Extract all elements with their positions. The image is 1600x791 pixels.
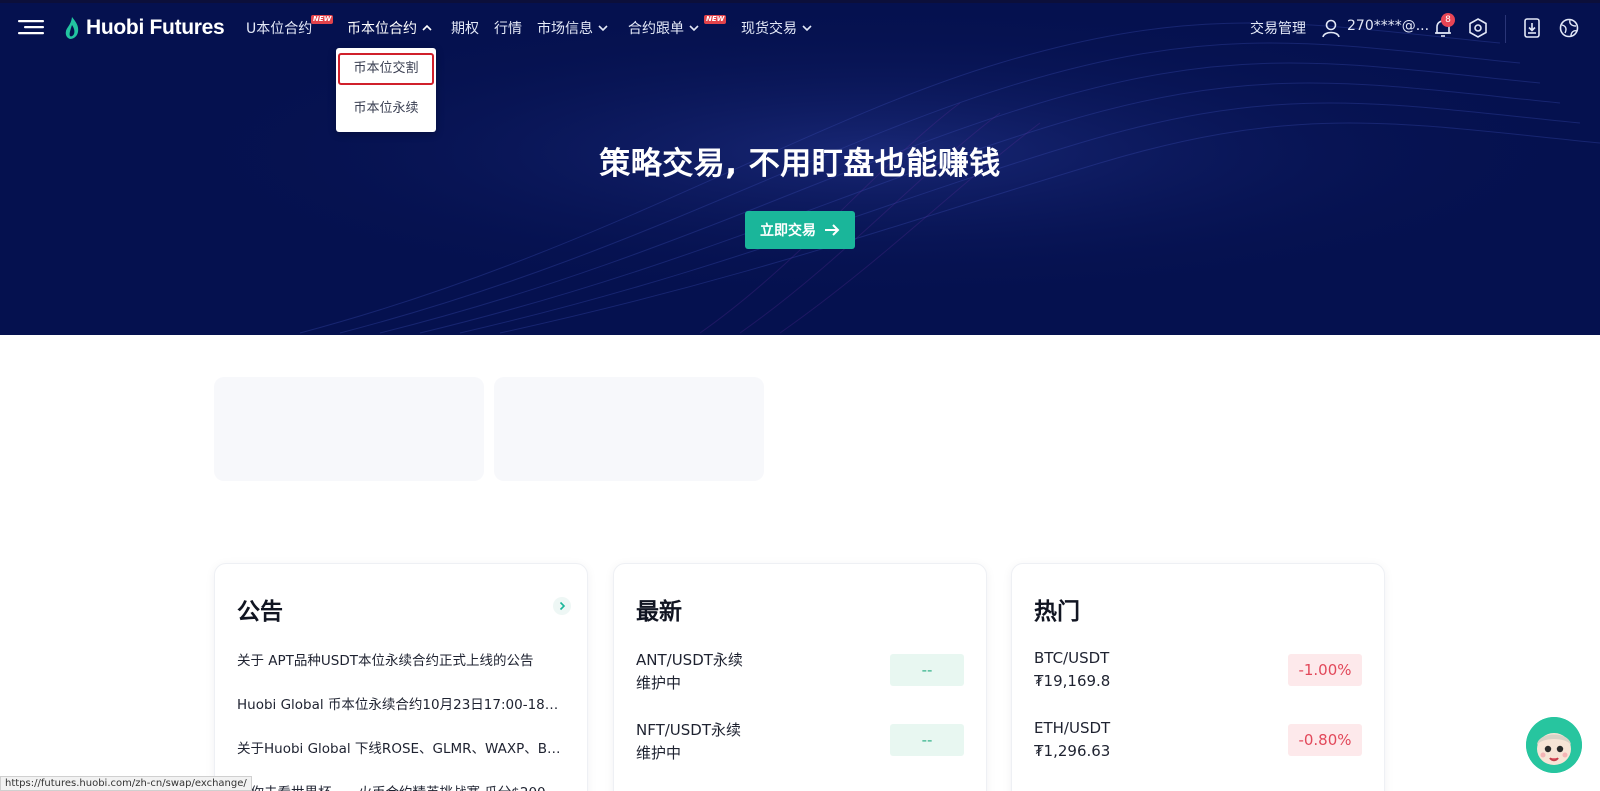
trade-now-label: 立即交易 bbox=[760, 223, 816, 239]
nav-usdt-futures[interactable]: U本位合约 NEW bbox=[246, 15, 334, 38]
chevron-down-icon bbox=[802, 25, 812, 32]
huobi-futures-logo[interactable]: Huobi Futures bbox=[64, 13, 225, 43]
trade-management-link[interactable]: 交易管理 bbox=[1250, 18, 1306, 38]
nav-label: 合约跟单 bbox=[628, 21, 684, 37]
new-badge: NEW bbox=[704, 15, 727, 24]
notification-count-badge: 8 bbox=[1441, 13, 1455, 27]
nav-label: 现货交易 bbox=[741, 21, 797, 37]
nav-label: U本位合约 bbox=[246, 21, 313, 37]
symbol-price: ₮19,169.8 bbox=[1034, 672, 1111, 690]
dropdown-item-coin-delivery[interactable]: 币本位交割 bbox=[338, 53, 434, 85]
nav-label: 行情 bbox=[494, 21, 522, 37]
change-pill: -0.80% bbox=[1288, 724, 1362, 756]
announcement-item[interactable]: 送你去看世界杯——火币合约精英挑战赛 瓜分$200,00... bbox=[237, 781, 562, 791]
mascot-avatar-icon bbox=[1526, 717, 1582, 773]
symbol-price: ₮1,296.63 bbox=[1034, 742, 1111, 760]
globe-icon[interactable] bbox=[1558, 17, 1580, 39]
announcement-item[interactable]: Huobi Global 币本位永续合约10月23日17:00-18:30... bbox=[237, 693, 562, 713]
change-pill: -- bbox=[890, 654, 964, 686]
change-pill: -1.00% bbox=[1288, 654, 1362, 686]
top-navigation: Huobi Futures U本位合约 NEW 币本位合约 期权 行情 市场信息… bbox=[0, 3, 1600, 53]
symbol-name: ANT/USDT永续 bbox=[636, 651, 743, 669]
page: Huobi Futures U本位合约 NEW 币本位合约 期权 行情 市场信息… bbox=[0, 0, 1600, 791]
nav-copy-trading[interactable]: 合约跟单 NEW bbox=[628, 15, 727, 38]
trade-now-button[interactable]: 立即交易 bbox=[745, 211, 855, 249]
card-title: 公告 bbox=[237, 599, 283, 625]
hot-card: 热门 BTC/USDT ₮19,169.8 -1.00% ETH/USDT ₮1… bbox=[1011, 563, 1385, 791]
menu-icon[interactable] bbox=[18, 17, 44, 37]
settings-hex-icon[interactable] bbox=[1467, 17, 1489, 39]
coin-futures-dropdown: 币本位交割 币本位永续 bbox=[336, 48, 436, 132]
chevron-down-icon bbox=[689, 25, 699, 32]
card-title: 热门 bbox=[1034, 599, 1080, 625]
user-icon[interactable] bbox=[1320, 17, 1342, 39]
dropdown-item-coin-perpetual[interactable]: 币本位永续 bbox=[336, 92, 436, 126]
chevron-up-icon bbox=[422, 24, 432, 31]
more-announcements-button[interactable] bbox=[553, 597, 571, 615]
new-badge: NEW bbox=[311, 15, 334, 24]
nav-label: 期权 bbox=[451, 21, 479, 37]
chevron-down-icon bbox=[598, 25, 608, 32]
symbol-name: BTC/USDT bbox=[1034, 649, 1110, 667]
symbol-status: 维护中 bbox=[636, 744, 682, 762]
symbol-name: ETH/USDT bbox=[1034, 719, 1111, 737]
arrow-right-icon bbox=[825, 224, 840, 236]
chevron-right-icon bbox=[559, 601, 566, 611]
nav-label: 市场信息 bbox=[537, 21, 593, 37]
download-icon[interactable] bbox=[1521, 17, 1543, 39]
announcement-item[interactable]: 关于Huobi Global 下线ROSE、GLMR、WAXP、BAL... bbox=[237, 737, 562, 757]
nav-spot-trading[interactable]: 现货交易 bbox=[741, 18, 813, 38]
browser-status-url: https://futures.huobi.com/zh-cn/swap/exc… bbox=[0, 776, 252, 791]
latest-card: 最新 ANT/USDT永续 维护中 -- NFT/USDT永续 维护中 -- bbox=[613, 563, 987, 791]
placeholder-card-2 bbox=[494, 377, 764, 481]
nav-options[interactable]: 期权 bbox=[451, 18, 479, 38]
logo-text: Huobi Futures bbox=[86, 16, 225, 39]
nav-label: 币本位合约 bbox=[347, 21, 417, 37]
nav-markets[interactable]: 行情 bbox=[494, 18, 522, 38]
placeholder-card-1 bbox=[214, 377, 484, 481]
announcement-card: 公告 关于 APT品种USDT本位永续合约正式上线的公告 Huobi Globa… bbox=[214, 563, 588, 791]
support-mascot-button[interactable] bbox=[1526, 717, 1582, 773]
nav-coin-futures[interactable]: 币本位合约 bbox=[347, 18, 433, 38]
card-title: 最新 bbox=[636, 599, 682, 625]
symbol-name: NFT/USDT永续 bbox=[636, 721, 742, 739]
account-name[interactable]: 270****@... bbox=[1347, 18, 1429, 34]
hero-title: 策略交易, 不用盯盘也能赚钱 bbox=[599, 146, 1001, 182]
nav-divider bbox=[1505, 15, 1506, 43]
nav-market-info[interactable]: 市场信息 bbox=[537, 18, 609, 38]
symbol-status: 维护中 bbox=[636, 674, 682, 692]
flame-logo-icon bbox=[65, 17, 79, 39]
announcement-item[interactable]: 关于 APT品种USDT本位永续合约正式上线的公告 bbox=[237, 649, 562, 669]
change-pill: -- bbox=[890, 724, 964, 756]
